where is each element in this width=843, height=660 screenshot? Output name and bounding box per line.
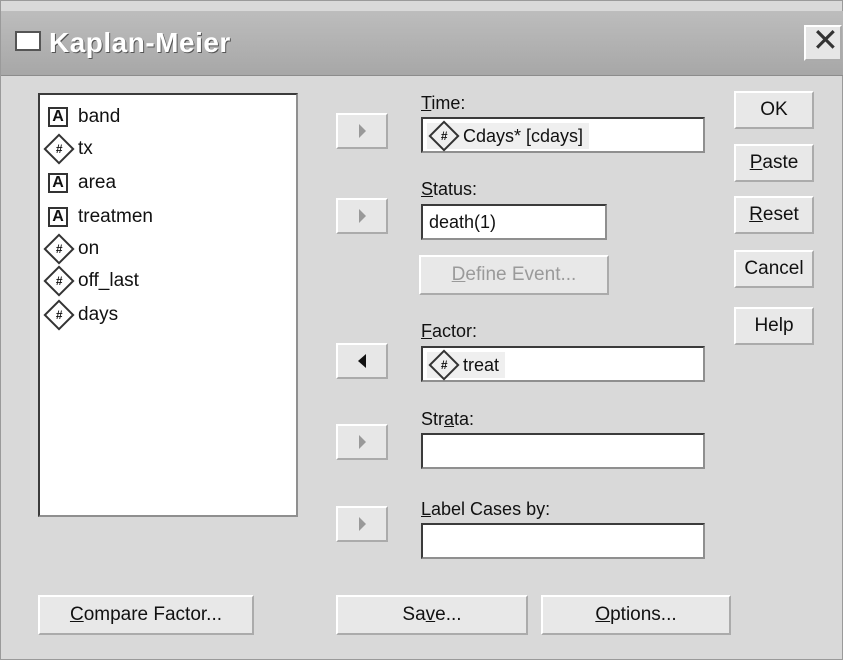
list-item[interactable]: # tx bbox=[43, 133, 93, 165]
string-icon: A bbox=[48, 173, 68, 193]
list-item[interactable]: # days bbox=[43, 299, 118, 331]
move-to-time-button[interactable] bbox=[336, 113, 388, 149]
define-event-button[interactable]: Define Event... bbox=[419, 255, 609, 295]
kaplan-meier-dialog: Kaplan-Meier ✕ A band # tx A area A trea… bbox=[0, 0, 843, 660]
list-item[interactable]: # on bbox=[43, 233, 99, 265]
compare-factor-button[interactable]: Compare Factor... bbox=[38, 595, 254, 635]
window-title: Kaplan-Meier bbox=[49, 27, 231, 58]
help-button[interactable]: Help bbox=[734, 307, 814, 345]
arrow-right-icon bbox=[358, 517, 366, 531]
ok-button[interactable]: OK bbox=[734, 91, 814, 129]
numeric-icon: # bbox=[43, 133, 75, 165]
string-icon: A bbox=[48, 107, 68, 127]
numeric-icon: # bbox=[43, 233, 75, 265]
source-variable-list[interactable]: A band # tx A area A treatmen # on # off… bbox=[38, 93, 298, 517]
arrow-right-icon bbox=[358, 435, 366, 449]
label-cases-field[interactable] bbox=[421, 523, 705, 559]
close-button[interactable]: ✕ bbox=[804, 22, 842, 61]
options-button[interactable]: Options... bbox=[541, 595, 731, 635]
strata-field[interactable] bbox=[421, 433, 705, 469]
arrow-right-icon bbox=[358, 124, 366, 138]
label-cases-label: Label Cases by: bbox=[421, 499, 551, 519]
numeric-icon: # bbox=[43, 265, 75, 297]
list-item[interactable]: A area bbox=[48, 169, 116, 197]
list-item[interactable]: # off_last bbox=[43, 265, 139, 297]
numeric-icon: # bbox=[428, 120, 460, 152]
status-label: Status: bbox=[421, 179, 478, 199]
factor-label: Factor: bbox=[421, 321, 478, 341]
list-item[interactable]: A treatmen bbox=[48, 203, 153, 231]
time-field[interactable]: # Cdays* [cdays] bbox=[421, 117, 705, 153]
numeric-icon: # bbox=[43, 299, 75, 331]
numeric-icon: # bbox=[428, 349, 460, 381]
status-field[interactable]: death(1) bbox=[421, 204, 607, 240]
move-to-label-cases-button[interactable] bbox=[336, 506, 388, 542]
window-icon bbox=[15, 31, 41, 51]
time-label: Time: bbox=[421, 93, 466, 113]
title-bar: Kaplan-Meier ✕ bbox=[1, 11, 843, 76]
arrow-right-icon bbox=[358, 209, 366, 223]
list-item[interactable]: A band bbox=[48, 103, 120, 131]
string-icon: A bbox=[48, 207, 68, 227]
cancel-button[interactable]: Cancel bbox=[734, 250, 814, 288]
move-from-factor-button[interactable] bbox=[336, 343, 388, 379]
factor-field[interactable]: # treat bbox=[421, 346, 705, 382]
close-icon: ✕ bbox=[812, 22, 839, 58]
strata-label: Strata: bbox=[421, 409, 475, 429]
paste-button[interactable]: Paste bbox=[734, 144, 814, 182]
move-to-strata-button[interactable] bbox=[336, 424, 388, 460]
arrow-left-icon bbox=[358, 354, 366, 368]
save-button[interactable]: Sa v e... bbox=[336, 595, 528, 635]
reset-button[interactable]: Reset bbox=[734, 196, 814, 234]
move-to-status-button[interactable] bbox=[336, 198, 388, 234]
